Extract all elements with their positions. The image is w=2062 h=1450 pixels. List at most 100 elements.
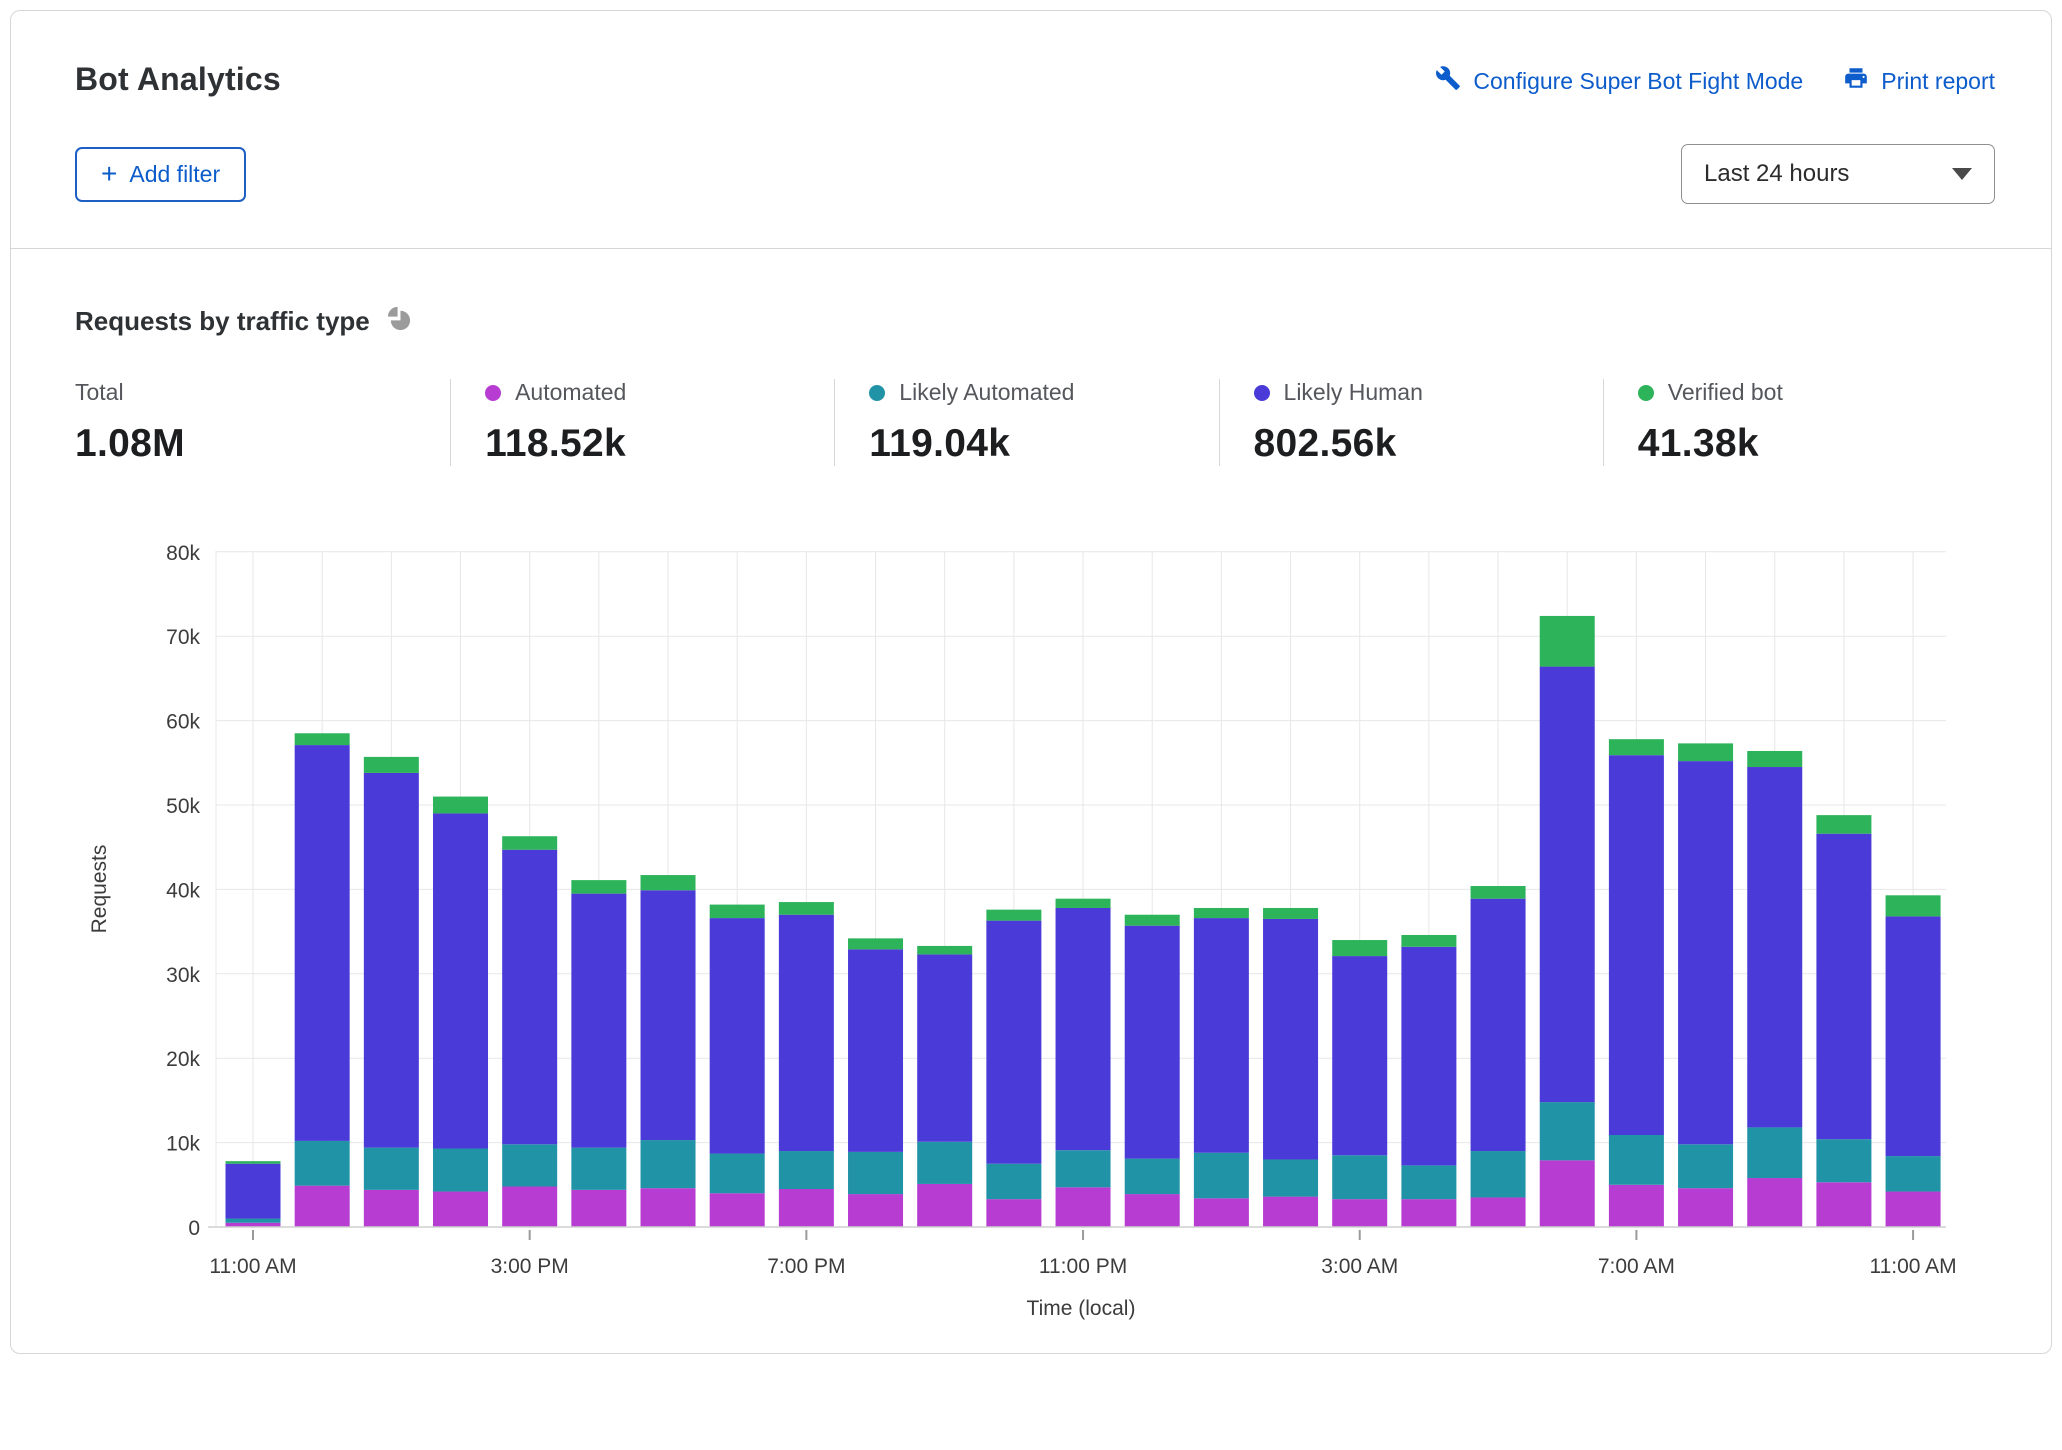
bar-segment-verified-bot[interactable]: [848, 938, 903, 949]
bar-segment-likely-automated[interactable]: [779, 1151, 834, 1189]
bar-segment-likely-automated[interactable]: [433, 1149, 488, 1192]
bar-segment-likely-automated[interactable]: [641, 1140, 696, 1188]
print-report-link[interactable]: Print report: [1843, 65, 1995, 97]
bar-segment-likely-human[interactable]: [226, 1164, 281, 1219]
bar-segment-verified-bot[interactable]: [1332, 940, 1387, 956]
bar-segment-verified-bot[interactable]: [1747, 751, 1802, 767]
bar-segment-automated[interactable]: [1471, 1197, 1526, 1227]
bar-segment-automated[interactable]: [1056, 1187, 1111, 1227]
bar-segment-verified-bot[interactable]: [226, 1161, 281, 1164]
bar-segment-likely-human[interactable]: [1886, 916, 1941, 1156]
bar-segment-verified-bot[interactable]: [433, 797, 488, 814]
bar-segment-verified-bot[interactable]: [917, 946, 972, 954]
bar-segment-likely-automated[interactable]: [1816, 1139, 1871, 1182]
bar-segment-automated[interactable]: [1678, 1188, 1733, 1227]
time-range-dropdown[interactable]: Last 24 hours: [1681, 144, 1995, 204]
bar-segment-verified-bot[interactable]: [1678, 743, 1733, 761]
bar-segment-likely-automated[interactable]: [571, 1148, 626, 1190]
bar-segment-likely-human[interactable]: [502, 850, 557, 1145]
bar-segment-verified-bot[interactable]: [1263, 908, 1318, 919]
bar-segment-likely-automated[interactable]: [1886, 1156, 1941, 1191]
configure-super-bot-fight-mode-link[interactable]: Configure Super Bot Fight Mode: [1435, 65, 1803, 97]
bar-segment-automated[interactable]: [433, 1192, 488, 1227]
bar-segment-automated[interactable]: [710, 1193, 765, 1227]
bar-segment-likely-human[interactable]: [1816, 834, 1871, 1140]
bar-segment-verified-bot[interactable]: [295, 733, 350, 745]
bar-segment-likely-automated[interactable]: [1471, 1151, 1526, 1197]
bar-segment-automated[interactable]: [1540, 1160, 1595, 1227]
bar-segment-likely-automated[interactable]: [710, 1154, 765, 1194]
bar-segment-automated[interactable]: [1263, 1197, 1318, 1227]
bar-segment-likely-automated[interactable]: [1401, 1165, 1456, 1199]
bar-segment-likely-automated[interactable]: [848, 1152, 903, 1194]
bar-segment-likely-human[interactable]: [433, 813, 488, 1148]
bar-segment-verified-bot[interactable]: [1056, 899, 1111, 908]
bar-segment-automated[interactable]: [848, 1194, 903, 1227]
bar-segment-verified-bot[interactable]: [1816, 815, 1871, 834]
bar-segment-likely-human[interactable]: [779, 915, 834, 1151]
bar-segment-likely-human[interactable]: [1678, 761, 1733, 1144]
bar-segment-verified-bot[interactable]: [1886, 895, 1941, 916]
bar-segment-automated[interactable]: [986, 1199, 1041, 1227]
bar-segment-likely-human[interactable]: [1747, 767, 1802, 1127]
bar-segment-likely-human[interactable]: [1194, 918, 1249, 1153]
bar-segment-automated[interactable]: [917, 1184, 972, 1227]
bar-segment-likely-human[interactable]: [917, 954, 972, 1141]
bar-segment-verified-bot[interactable]: [986, 910, 1041, 921]
bar-segment-likely-automated[interactable]: [364, 1148, 419, 1190]
bar-segment-likely-automated[interactable]: [295, 1141, 350, 1186]
bar-segment-likely-human[interactable]: [1056, 908, 1111, 1150]
add-filter-button[interactable]: + Add filter: [75, 147, 246, 202]
bar-segment-automated[interactable]: [1401, 1199, 1456, 1227]
bar-segment-verified-bot[interactable]: [1401, 935, 1456, 947]
bar-segment-likely-human[interactable]: [1401, 947, 1456, 1166]
bar-segment-likely-automated[interactable]: [986, 1164, 1041, 1199]
bar-segment-likely-automated[interactable]: [1609, 1135, 1664, 1185]
bar-segment-likely-human[interactable]: [1540, 667, 1595, 1103]
bar-segment-likely-human[interactable]: [641, 890, 696, 1140]
bar-segment-automated[interactable]: [641, 1188, 696, 1227]
bar-segment-likely-automated[interactable]: [1125, 1159, 1180, 1194]
bar-segment-likely-human[interactable]: [295, 745, 350, 1141]
bar-segment-likely-automated[interactable]: [1263, 1159, 1318, 1196]
bar-segment-automated[interactable]: [295, 1186, 350, 1227]
bar-segment-automated[interactable]: [1125, 1194, 1180, 1227]
bar-segment-likely-automated[interactable]: [1332, 1155, 1387, 1199]
bar-segment-likely-automated[interactable]: [917, 1142, 972, 1184]
bar-segment-likely-human[interactable]: [1471, 899, 1526, 1151]
bar-segment-automated[interactable]: [1886, 1192, 1941, 1227]
bar-segment-likely-automated[interactable]: [1747, 1127, 1802, 1178]
bar-segment-automated[interactable]: [1747, 1178, 1802, 1227]
bar-segment-verified-bot[interactable]: [364, 757, 419, 773]
bar-segment-likely-human[interactable]: [1263, 919, 1318, 1160]
bar-segment-likely-automated[interactable]: [1540, 1102, 1595, 1160]
bar-segment-automated[interactable]: [502, 1186, 557, 1227]
bar-segment-likely-human[interactable]: [364, 773, 419, 1148]
bar-segment-automated[interactable]: [1609, 1185, 1664, 1227]
bar-segment-likely-automated[interactable]: [226, 1219, 281, 1223]
bar-segment-automated[interactable]: [364, 1190, 419, 1227]
bar-segment-likely-human[interactable]: [710, 918, 765, 1153]
bar-segment-verified-bot[interactable]: [1540, 616, 1595, 667]
bar-segment-automated[interactable]: [571, 1190, 626, 1227]
bar-segment-verified-bot[interactable]: [502, 836, 557, 850]
bar-segment-automated[interactable]: [1816, 1182, 1871, 1227]
bar-segment-verified-bot[interactable]: [779, 902, 834, 915]
bar-segment-automated[interactable]: [779, 1189, 834, 1227]
bar-segment-automated[interactable]: [1332, 1199, 1387, 1227]
bar-segment-likely-human[interactable]: [1125, 926, 1180, 1159]
bar-segment-likely-human[interactable]: [986, 921, 1041, 1164]
bar-segment-verified-bot[interactable]: [641, 875, 696, 890]
bar-segment-likely-automated[interactable]: [1056, 1150, 1111, 1187]
bar-segment-likely-human[interactable]: [571, 894, 626, 1148]
bar-segment-verified-bot[interactable]: [1609, 739, 1664, 755]
bar-segment-automated[interactable]: [1194, 1198, 1249, 1227]
bar-segment-verified-bot[interactable]: [1471, 886, 1526, 899]
bar-segment-verified-bot[interactable]: [1125, 915, 1180, 926]
bar-segment-likely-human[interactable]: [1332, 956, 1387, 1155]
bar-segment-verified-bot[interactable]: [710, 905, 765, 919]
bar-segment-likely-automated[interactable]: [502, 1144, 557, 1186]
bar-segment-verified-bot[interactable]: [571, 880, 626, 894]
bar-segment-likely-human[interactable]: [848, 949, 903, 1152]
bar-segment-likely-automated[interactable]: [1194, 1153, 1249, 1199]
